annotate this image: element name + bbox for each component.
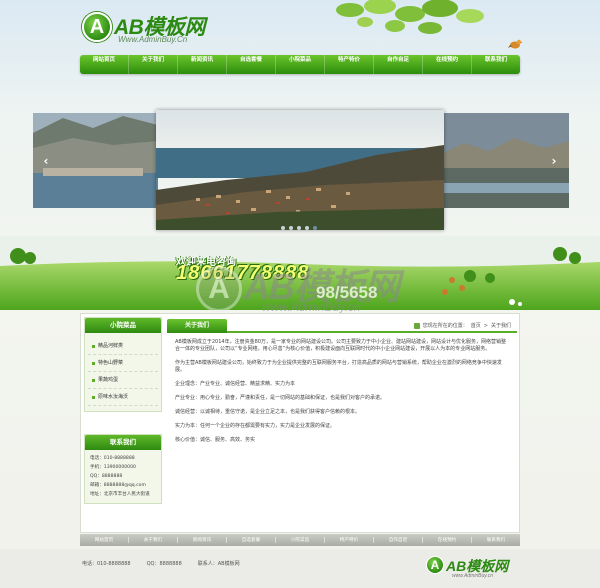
footer-link-self-sufficient[interactable]: 自作自足 xyxy=(374,537,423,543)
home-icon xyxy=(413,322,420,329)
footer-link-home[interactable]: 网站首页 xyxy=(80,537,129,543)
breadcrumb-separator: > xyxy=(483,322,488,329)
sidebar: 小院菜品 精品河鲜类 特色山野菜 果蔬鸡蛋 原味水汝海沃 联系我们 电话：010… xyxy=(84,317,162,510)
nav-item-specials[interactable]: 特产特价 xyxy=(325,55,374,74)
contact-line: QQ：8888888 xyxy=(90,474,123,479)
footer-link-dishes[interactable]: 小院菜品 xyxy=(276,537,325,543)
main-header: 关于我们 您现在所在的位置： 首页 > 关于我们 xyxy=(167,317,517,333)
products-box: 小院菜品 精品河鲜类 特色山野菜 果蔬鸡蛋 原味水汝海沃 xyxy=(84,317,162,412)
footer-contact-person: 联系人：AB模板网 xyxy=(197,561,240,567)
article-paragraph: AB模板网成立于2014年，注册资金80万，是一家专业的网站建设公司。公司主要致… xyxy=(175,339,506,352)
contact-line: 电话：010-8888888 xyxy=(90,456,135,461)
slider-dot[interactable] xyxy=(297,226,301,230)
watermark-logo-mark: A xyxy=(196,266,242,312)
content-panel: 小院菜品 精品河鲜类 特色山野菜 果蔬鸡蛋 原味水汝海沃 联系我们 电话：010… xyxy=(80,313,520,533)
article-paragraph: 产业专业：用心专业，勤奋，严谨和责任，是一切网站的基础和保证，也是我们对客户的承… xyxy=(175,395,386,401)
footer-bar xyxy=(0,549,600,588)
contact-title: 联系我们 xyxy=(85,435,161,450)
product-link[interactable]: 精品河鲜类 xyxy=(88,338,158,355)
image-slider: ‹ › xyxy=(0,110,600,230)
products-title: 小院菜品 xyxy=(85,318,161,333)
nav-item-dishes[interactable]: 小院菜品 xyxy=(276,55,325,74)
contact-line: 地址：北京市丰台人民大街道 xyxy=(90,492,150,497)
nav-item-packages[interactable]: 自选套餐 xyxy=(227,55,276,74)
slide-current[interactable] xyxy=(156,110,444,230)
nav-item-self-sufficient[interactable]: 自作自足 xyxy=(374,55,423,74)
product-link[interactable]: 特色山野菜 xyxy=(88,355,158,372)
nav-item-contact[interactable]: 联系我们 xyxy=(472,55,520,74)
article-paragraph: 作为主营AB模板网站建设公司，始终致力于为企业提供完整的互联网服务平台，打造高品… xyxy=(175,360,502,373)
breadcrumb-current[interactable]: 关于我们 xyxy=(491,322,511,329)
slider-prev-button[interactable]: ‹ xyxy=(40,154,52,168)
breadcrumb: 您现在所在的位置： 首页 > 关于我们 xyxy=(413,322,511,329)
footer-link-about[interactable]: 关于我们 xyxy=(129,537,178,543)
footer-nav: 网站首页 关于我们 新闻资讯 自选套餐 小院菜品 特产特价 自作自足 在线预约 … xyxy=(80,534,520,546)
hotline-number-partial: 98/5658 xyxy=(316,283,378,302)
product-link[interactable]: 原味水汝海沃 xyxy=(88,389,158,406)
footer-link-packages[interactable]: 自选套餐 xyxy=(227,537,276,543)
site-header: A AB模板网 Www.AdminBuy.Cn xyxy=(0,0,600,56)
footer-qq: QQ：8888888 xyxy=(146,561,182,567)
logo-url: Www.AdminBuy.Cn xyxy=(118,35,188,44)
slider-dot-active[interactable] xyxy=(313,226,317,230)
bird-icon xyxy=(508,39,522,49)
slider-dot[interactable] xyxy=(305,226,309,230)
footer-link-booking[interactable]: 在线预约 xyxy=(423,537,472,543)
footer-link-contact[interactable]: 联系我们 xyxy=(472,537,520,543)
footer-phone: 电话：010-8888888 xyxy=(82,561,131,567)
article-paragraph: 核心价值：诚信、服务、高效、务实 xyxy=(175,437,256,443)
footer-link-news[interactable]: 新闻资讯 xyxy=(178,537,227,543)
slider-dot[interactable] xyxy=(289,226,293,230)
main-nav: 网站首页 关于我们 新闻资讯 自选套餐 小院菜品 特产特价 自作自足 在线预约 … xyxy=(80,55,520,74)
slider-dot[interactable] xyxy=(281,226,285,230)
article-paragraph: 实力为本：任何一个企业的存在都需要有实力，实力是企业发展的保证。 xyxy=(175,423,336,429)
contact-line: 手机：13900000000 xyxy=(90,465,136,470)
logo-badge[interactable]: A xyxy=(82,12,112,42)
section-tab: 关于我们 xyxy=(167,319,227,333)
about-article: AB模板网成立于2014年，注册资金80万，是一家专业的网站建设公司。公司主要致… xyxy=(167,333,517,457)
slide-current-image xyxy=(156,110,444,230)
slider-dots xyxy=(281,226,317,230)
leaves-decoration xyxy=(336,0,484,34)
breadcrumb-home[interactable]: 首页 xyxy=(471,322,481,329)
nav-item-booking[interactable]: 在线预约 xyxy=(423,55,472,74)
contact-box: 联系我们 电话：010-8888888 手机：13900000000 QQ：88… xyxy=(84,434,162,504)
footer-link-specials[interactable]: 特产特价 xyxy=(325,537,374,543)
nav-item-about[interactable]: 关于我们 xyxy=(129,55,178,74)
article-paragraph: 诚信经营：以诚相待，重信守诺，是企业立足之本，也是我们获得客户信赖的根本。 xyxy=(175,409,361,415)
nav-item-news[interactable]: 新闻资讯 xyxy=(178,55,227,74)
footer-logo-mark: A xyxy=(426,556,444,574)
nav-item-home[interactable]: 网站首页 xyxy=(80,55,129,74)
footer-contact: 电话：010-8888888 QQ：8888888 联系人：AB模板网 xyxy=(82,560,240,567)
breadcrumb-prefix: 您现在所在的位置： xyxy=(422,323,468,329)
contact-list: 电话：010-8888888 手机：13900000000 QQ：8888888… xyxy=(85,450,161,503)
footer-logo-url: www.AdminBuy.cn xyxy=(452,573,494,579)
article-paragraph: 企业理念：产业专业、诚信经营、精益求精、实力为本 xyxy=(175,381,296,387)
products-list: 精品河鲜类 特色山野菜 果蔬鸡蛋 原味水汝海沃 xyxy=(85,333,161,411)
contact-line: 邮箱：8888888@qq.com xyxy=(90,483,146,488)
product-link[interactable]: 果蔬鸡蛋 xyxy=(88,372,158,389)
slider-next-button[interactable]: › xyxy=(548,154,560,168)
main-area: 关于我们 您现在所在的位置： 首页 > 关于我们 AB模板网成立于2014年，注… xyxy=(167,317,517,457)
